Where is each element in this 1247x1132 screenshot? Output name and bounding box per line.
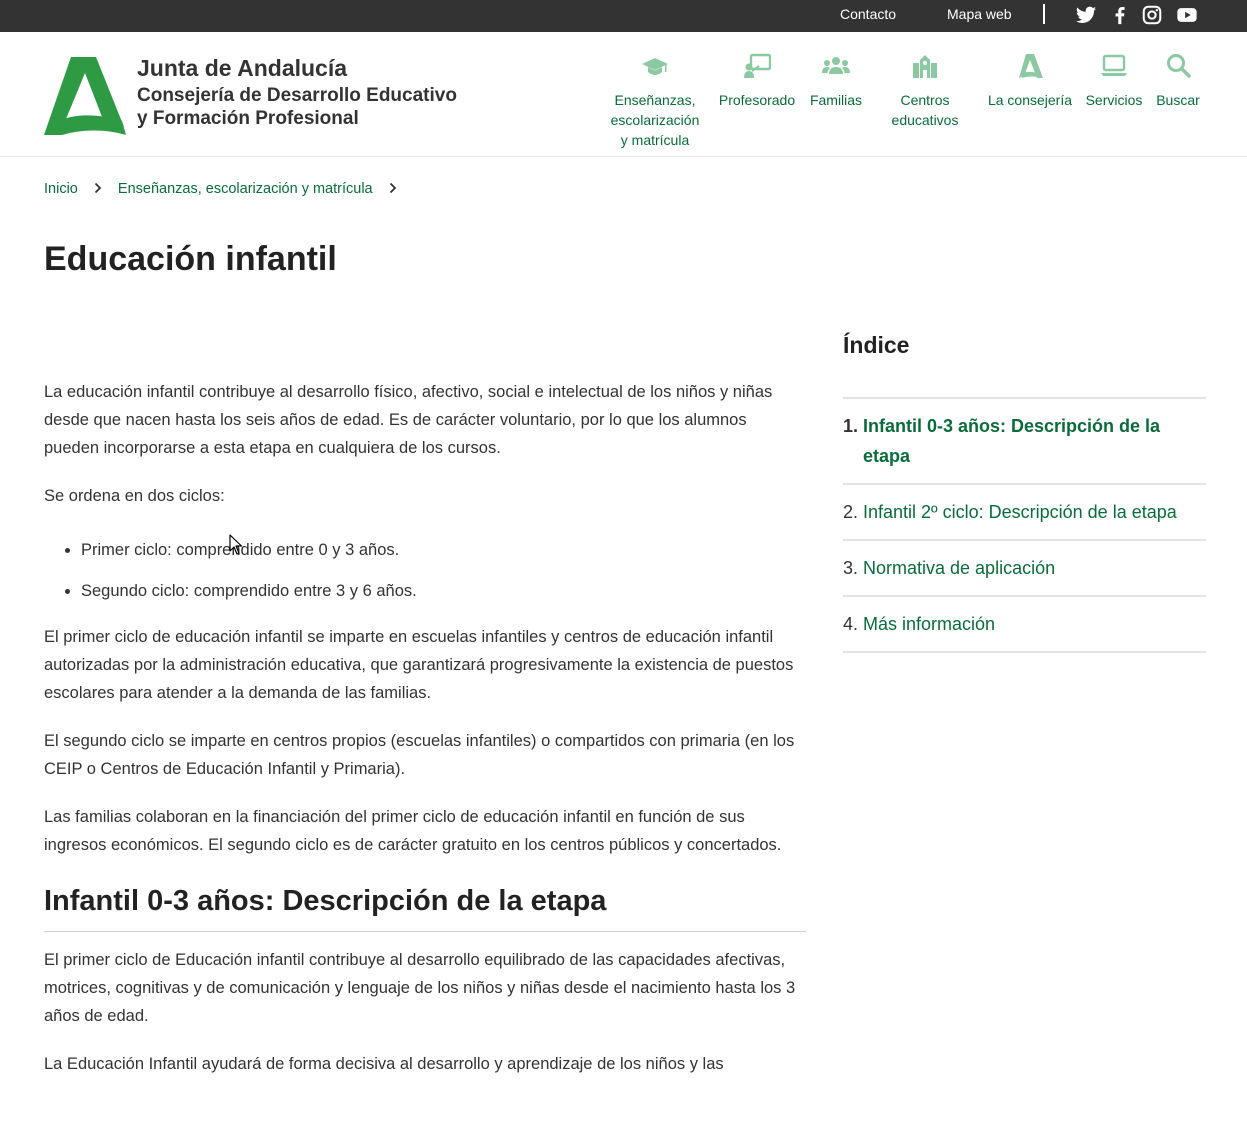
index-item-link[interactable]: Infantil 0-3 años: Descripción de la eta… (863, 411, 1206, 471)
index-item-link[interactable]: Normativa de aplicación (863, 553, 1055, 583)
logo-subtitle-line-1: Consejería de Desarrollo Educativo (137, 85, 457, 106)
school-building-icon (913, 55, 937, 78)
instagram-icon[interactable] (1141, 4, 1163, 26)
nav-label-ensenanzas: Enseñanzas, escolarización y matrícula (610, 92, 700, 148)
graduation-cap-icon (642, 58, 668, 75)
index-item-4[interactable]: 4. Más información (843, 597, 1206, 653)
site-header: Junta de Andalucía Consejería de Desarro… (0, 32, 1247, 157)
nav-familias[interactable]: Familias (806, 52, 866, 110)
cycles-intro-paragraph: Se ordena en dos ciclos: (44, 487, 225, 505)
breadcrumb-home-link[interactable]: Inicio (44, 181, 78, 197)
nav-label-buscar: Buscar (1156, 92, 1200, 108)
laptop-icon (1101, 54, 1127, 76)
nav-la-consejeria[interactable]: La consejería (985, 52, 1075, 110)
index-item-number: 3. (843, 558, 859, 578)
intro-paragraph: La educación infantil contribuye al desa… (44, 383, 773, 457)
top-utility-bar: Contacto Mapa web (0, 0, 1247, 32)
chevron-right-icon (94, 182, 102, 194)
topbar-divider (1043, 4, 1045, 24)
nav-label-profesorado: Profesorado (718, 92, 796, 108)
section-paragraph-1: El primer ciclo de Educación infantil co… (44, 951, 796, 1025)
nav-buscar[interactable]: Buscar (1153, 52, 1203, 110)
section-heading: Infantil 0-3 años: Descripción de la eta… (44, 881, 806, 932)
index-item-2[interactable]: 2. Infantil 2º ciclo: Descripción de la … (843, 485, 1206, 541)
teacher-board-icon (744, 53, 771, 78)
sitemap-link[interactable]: Mapa web (947, 5, 1012, 23)
logo-title: Junta de Andalucía (137, 55, 348, 81)
cycles-list: Primer ciclo: comprendido entre 0 y 3 añ… (44, 536, 806, 605)
junta-andalucia-logo-icon[interactable] (44, 57, 126, 135)
index-item-number: 1. (843, 416, 859, 436)
section-paragraph-2: La Educación Infantil ayudará de forma d… (44, 1055, 724, 1073)
index-item-1[interactable]: 1. Infantil 0-3 años: Descripción de la … (843, 399, 1206, 485)
breadcrumb: Inicio Enseñanzas, escolarización y matr… (44, 179, 409, 199)
facebook-icon[interactable] (1109, 4, 1131, 26)
index-item-number: 2. (843, 502, 859, 522)
index-sidebar: Índice 1. Infantil 0-3 años: Descripción… (843, 329, 1206, 653)
page-title: Educación infantil (44, 240, 337, 278)
nav-label-servicios: Servicios (1085, 92, 1143, 108)
families-paragraph: Las familias colaboran en la financiació… (44, 808, 782, 854)
second-cycle-paragraph: El segundo ciclo se imparte en centros p… (44, 732, 795, 778)
index-item-number: 4. (843, 614, 859, 634)
nav-label-familias: Familias (809, 92, 863, 108)
nav-centros-educativos[interactable]: Centros educativos (885, 52, 965, 130)
main-content: La educación infantil contribuye al desa… (44, 378, 806, 1098)
andalucia-a-icon (1019, 54, 1043, 78)
list-item: Segundo ciclo: comprendido entre 3 y 6 a… (81, 577, 806, 605)
nav-ensenanzas[interactable]: Enseñanzas, escolarización y matrícula (609, 52, 701, 150)
search-icon (1167, 54, 1191, 78)
youtube-icon[interactable] (1176, 4, 1198, 26)
breadcrumb-ensenanzas-link[interactable]: Enseñanzas, escolarización y matrícula (118, 181, 373, 197)
index-item-link[interactable]: Más información (863, 609, 995, 639)
nav-servicios[interactable]: Servicios (1083, 52, 1145, 110)
logo-subtitle-line-2: y Formación Profesional (137, 108, 359, 129)
index-item-link[interactable]: Infantil 2º ciclo: Descripción de la eta… (863, 497, 1177, 527)
index-title: Índice (843, 329, 1206, 399)
nav-label-la-consejeria: La consejería (987, 92, 1073, 108)
mouse-cursor-icon (229, 534, 243, 555)
list-item: Primer ciclo: comprendido entre 0 y 3 añ… (81, 536, 806, 564)
first-cycle-paragraph: El primer ciclo de educación infantil se… (44, 628, 794, 702)
twitter-icon[interactable] (1075, 4, 1097, 26)
chevron-right-icon (389, 182, 396, 194)
nav-label-centros: Centros educativos (891, 92, 959, 128)
index-item-3[interactable]: 3. Normativa de aplicación (843, 541, 1206, 597)
family-icon (822, 57, 850, 74)
nav-profesorado[interactable]: Profesorado (716, 52, 798, 110)
contact-link[interactable]: Contacto (840, 5, 896, 23)
